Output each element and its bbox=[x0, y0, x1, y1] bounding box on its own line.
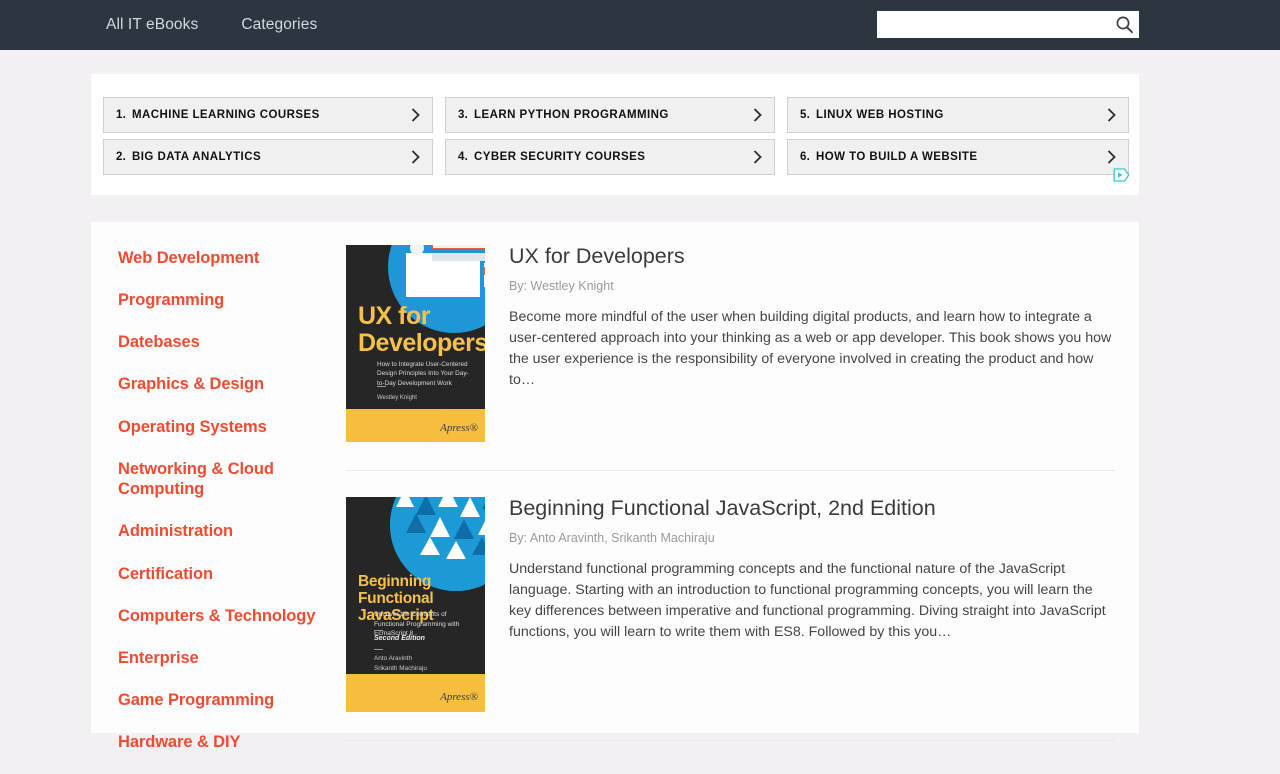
sidebar-item-web-development[interactable]: Web Development bbox=[118, 248, 346, 269]
promo-link-1-label: MACHINE LEARNING COURSES bbox=[132, 109, 320, 121]
sidebar-item-enterprise[interactable]: Enterprise bbox=[118, 648, 346, 669]
sidebar-item-datebases[interactable]: Datebases bbox=[118, 332, 346, 353]
promo-link-3[interactable]: 3. LEARN PYTHON PROGRAMMING bbox=[445, 97, 775, 133]
book-list-item: Beginning Functional JavaScript Uncover … bbox=[346, 497, 1115, 741]
cover-divider bbox=[377, 386, 386, 387]
promo-link-2[interactable]: 2. BIG DATA ANALYTICS bbox=[103, 139, 433, 175]
promo-link-6-number: 6. bbox=[800, 151, 810, 163]
chevron-right-icon bbox=[411, 150, 420, 165]
search-button[interactable] bbox=[1109, 11, 1139, 38]
book-info: Beginning Functional JavaScript, 2nd Edi… bbox=[485, 497, 1115, 712]
promo-link-4[interactable]: 4. CYBER SECURITY COURSES bbox=[445, 139, 775, 175]
promo-links-grid: 1. MACHINE LEARNING COURSES 2. BIG DATA … bbox=[103, 97, 1129, 175]
promo-link-5[interactable]: 5. LINUX WEB HOSTING bbox=[787, 97, 1129, 133]
book-list-item: UX for Developers How to Integrate User-… bbox=[346, 245, 1115, 471]
promo-column-1: 1. MACHINE LEARNING COURSES 2. BIG DATA … bbox=[103, 97, 445, 175]
cover-author-1: Anto Aravinth bbox=[374, 655, 412, 662]
book-author: By: Anto Aravinth, Srikanth Machiraju bbox=[509, 531, 1115, 545]
cover-edition: Second Edition bbox=[374, 635, 425, 642]
adchoices-icon[interactable] bbox=[1113, 168, 1130, 182]
book-description: Become more mindful of the user when bui… bbox=[509, 307, 1115, 391]
promo-link-3-label: LEARN PYTHON PROGRAMMING bbox=[474, 109, 669, 121]
book-list: UX for Developers How to Integrate User-… bbox=[346, 245, 1115, 767]
chevron-right-icon bbox=[753, 150, 762, 165]
promo-link-1-number: 1. bbox=[116, 109, 126, 121]
cover-publisher: Apress® bbox=[440, 691, 478, 703]
sidebar-item-administration[interactable]: Administration bbox=[118, 521, 346, 542]
book-info: UX for Developers By: Westley Knight Bec… bbox=[485, 245, 1115, 442]
promo-link-4-number: 4. bbox=[458, 151, 468, 163]
book-cover-ux-for-developers[interactable]: UX for Developers How to Integrate User-… bbox=[346, 245, 485, 442]
search-input[interactable] bbox=[877, 11, 1109, 38]
main-content-card: Web Development Programming Datebases Gr… bbox=[91, 222, 1139, 733]
cover-divider bbox=[374, 649, 383, 650]
chevron-right-icon bbox=[1107, 108, 1116, 123]
sidebar-item-graphics-design[interactable]: Graphics & Design bbox=[118, 374, 346, 395]
cover-author-2: Srikanth Machiraju bbox=[374, 665, 427, 672]
book-author: By: Westley Knight bbox=[509, 279, 1115, 293]
promo-link-2-label: BIG DATA ANALYTICS bbox=[132, 151, 261, 163]
search-box[interactable] bbox=[877, 11, 1139, 38]
cover-divider bbox=[374, 630, 383, 631]
promo-links-panel: 1. MACHINE LEARNING COURSES 2. BIG DATA … bbox=[91, 74, 1139, 195]
nav-all-it-ebooks[interactable]: All IT eBooks bbox=[106, 16, 198, 34]
cover-subtitle: How to Integrate User-Centered Design Pr… bbox=[377, 360, 475, 388]
promo-link-4-label: CYBER SECURITY COURSES bbox=[474, 151, 645, 163]
sidebar-item-operating-systems[interactable]: Operating Systems bbox=[118, 417, 346, 438]
cover-author: Westley Knight bbox=[377, 395, 417, 401]
chevron-right-icon bbox=[753, 108, 762, 123]
promo-column-2: 3. LEARN PYTHON PROGRAMMING 4. CYBER SEC… bbox=[445, 97, 787, 175]
promo-link-1[interactable]: 1. MACHINE LEARNING COURSES bbox=[103, 97, 433, 133]
sidebar-item-hardware-diy[interactable]: Hardware & DIY bbox=[118, 732, 346, 753]
chevron-right-icon bbox=[1107, 150, 1116, 165]
category-sidebar: Web Development Programming Datebases Gr… bbox=[118, 248, 346, 774]
cover-publisher: Apress® bbox=[440, 422, 478, 434]
sidebar-item-programming[interactable]: Programming bbox=[118, 290, 346, 311]
cover-title: UX for Developers bbox=[358, 303, 477, 357]
cover-title-line1: Beginning bbox=[358, 573, 431, 590]
promo-column-3: 5. LINUX WEB HOSTING 6. HOW TO BUILD A W… bbox=[787, 97, 1129, 175]
search-icon bbox=[1115, 15, 1134, 34]
promo-link-5-number: 5. bbox=[800, 109, 810, 121]
book-description: Understand functional programming concep… bbox=[509, 559, 1115, 643]
promo-link-6[interactable]: 6. HOW TO BUILD A WEBSITE bbox=[787, 139, 1129, 175]
book-title-link[interactable]: Beginning Functional JavaScript, 2nd Edi… bbox=[509, 497, 1115, 521]
book-cover-beginning-functional-javascript[interactable]: Beginning Functional JavaScript Uncover … bbox=[346, 497, 485, 712]
sidebar-item-computers-technology[interactable]: Computers & Technology bbox=[118, 606, 346, 627]
promo-link-3-number: 3. bbox=[458, 109, 468, 121]
promo-link-2-number: 2. bbox=[116, 151, 126, 163]
cover-authors: Anto Aravinth Srikanth Machiraju bbox=[374, 654, 427, 673]
sidebar-item-certification[interactable]: Certification bbox=[118, 564, 346, 585]
sidebar-item-networking-cloud-computing[interactable]: Networking & Cloud Computing bbox=[118, 459, 288, 500]
nav-categories[interactable]: Categories bbox=[241, 16, 317, 34]
book-title-link[interactable]: UX for Developers bbox=[509, 245, 1115, 269]
promo-link-5-label: LINUX WEB HOSTING bbox=[816, 109, 944, 121]
chevron-right-icon bbox=[411, 108, 420, 123]
promo-link-6-label: HOW TO BUILD A WEBSITE bbox=[816, 151, 978, 163]
sidebar-item-game-programming[interactable]: Game Programming bbox=[118, 690, 346, 711]
top-navigation-bar: All IT eBooks Categories bbox=[0, 0, 1280, 50]
